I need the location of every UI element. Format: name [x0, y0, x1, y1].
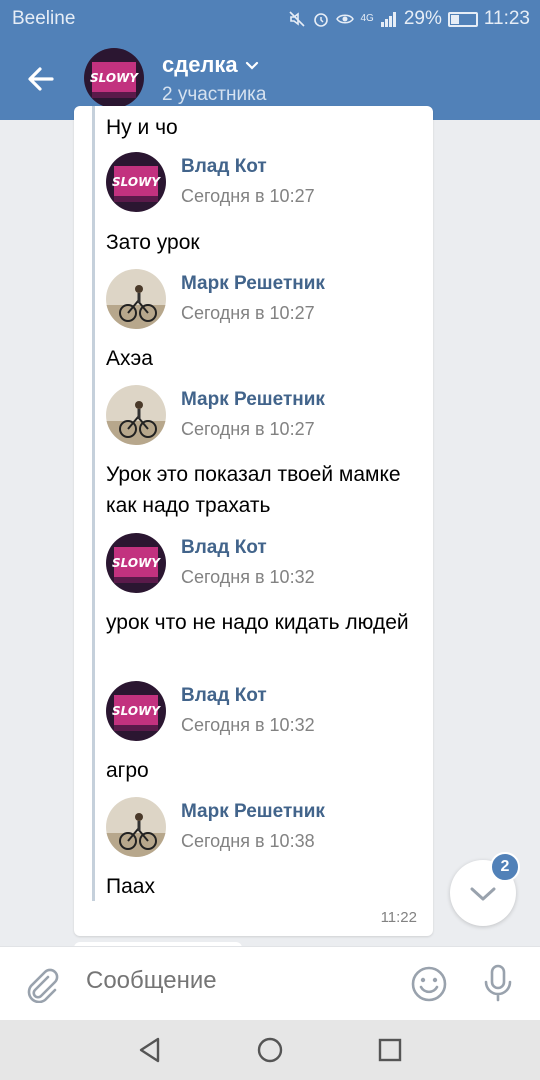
message-time: Сегодня в 10:38 — [181, 831, 315, 851]
avatar[interactable] — [106, 797, 166, 857]
message-header: Марк Решетник Сегодня в 10:27 — [106, 269, 426, 329]
chevron-down-icon — [245, 61, 258, 70]
author-name[interactable]: Марк Решетник — [181, 389, 325, 411]
arrow-left-icon[interactable] — [22, 60, 60, 98]
status-icons: 4G 29% 11:23 — [288, 8, 530, 30]
battery-percent: 29% — [403, 8, 442, 29]
message-header: SLOWY Влад Кот Сегодня в 10:32 — [106, 533, 426, 593]
home-circle-icon[interactable] — [254, 1034, 286, 1066]
battery-icon — [447, 11, 478, 27]
message-time: Сегодня в 10:27 — [181, 419, 315, 439]
author-name[interactable]: Марк Решетник — [181, 273, 325, 295]
message-header: Марк Решетник Сегодня в 10:38 — [106, 797, 426, 857]
avatar[interactable]: SLOWY — [106, 681, 166, 741]
message-input[interactable] — [86, 967, 386, 995]
system-nav-bar — [0, 1020, 540, 1080]
message-text: Паах — [106, 875, 155, 898]
status-bar: Beeline 4G 29% 11:23 — [0, 0, 540, 38]
quote-bar — [92, 106, 95, 901]
author-name[interactable]: Влад Кот — [181, 537, 267, 559]
svg-text:SLOWY: SLOWY — [112, 704, 161, 718]
partial-message-text: Ну и чо — [106, 116, 178, 139]
alarm-icon — [314, 13, 329, 27]
message-header: Марк Решетник Сегодня в 10:27 — [106, 385, 426, 445]
message-text: Зато урок — [106, 231, 200, 254]
message-sent-time: 11:22 — [380, 909, 417, 926]
chat-title[interactable]: сделка — [162, 52, 266, 78]
svg-text:SLOWY: SLOWY — [112, 556, 161, 570]
author-name[interactable]: Влад Кот — [181, 156, 267, 178]
avatar[interactable]: SLOWY — [106, 533, 166, 593]
message-text: Ахэа — [106, 347, 153, 370]
signal-icon — [380, 12, 396, 27]
message-time: Сегодня в 10:32 — [181, 715, 315, 735]
avatar[interactable]: SLOWY — [106, 152, 166, 212]
message-header: SLOWY Влад Кот Сегодня в 10:27 — [106, 152, 426, 212]
message-header: SLOWY Влад Кот Сегодня в 10:32 — [106, 681, 426, 741]
message-time: Сегодня в 10:27 — [181, 303, 315, 323]
carrier-label: Beeline — [12, 8, 76, 29]
message-text: Урок это показал твоей мамке как надо тр… — [106, 463, 401, 517]
message-text: агро — [106, 759, 149, 782]
clock: 11:23 — [483, 8, 530, 29]
forwarded-messages-card[interactable]: Ну и чо SLOWY Влад Кот Сегодня в 10:27 З… — [74, 106, 433, 936]
message-composer — [0, 946, 540, 1020]
svg-text:SLOWY: SLOWY — [112, 175, 161, 189]
scroll-down-button[interactable]: 2 — [450, 852, 520, 926]
mute-icon — [289, 11, 306, 27]
back-triangle-icon[interactable] — [134, 1034, 166, 1066]
svg-text:SLOWY: SLOWY — [90, 71, 139, 85]
smile-icon[interactable] — [410, 965, 448, 1003]
network-label: 4G — [360, 13, 374, 24]
message-time: Сегодня в 10:32 — [181, 567, 315, 587]
unread-badge: 2 — [490, 852, 520, 882]
eye-icon — [336, 14, 355, 24]
avatar[interactable] — [106, 385, 166, 445]
chat-avatar[interactable]: SLOWY — [84, 48, 144, 108]
author-name[interactable]: Влад Кот — [181, 685, 267, 707]
message-time: Сегодня в 10:27 — [181, 186, 315, 206]
message-text: урок что не надо кидать людей — [106, 611, 409, 634]
microphone-icon[interactable] — [480, 963, 516, 1003]
paperclip-icon[interactable] — [22, 965, 60, 1003]
chat-title-text: сделка — [162, 52, 238, 77]
chat-subtitle: 2 участника — [162, 84, 267, 105]
author-name[interactable]: Марк Решетник — [181, 801, 325, 823]
recents-square-icon[interactable] — [374, 1034, 406, 1066]
avatar[interactable] — [106, 269, 166, 329]
